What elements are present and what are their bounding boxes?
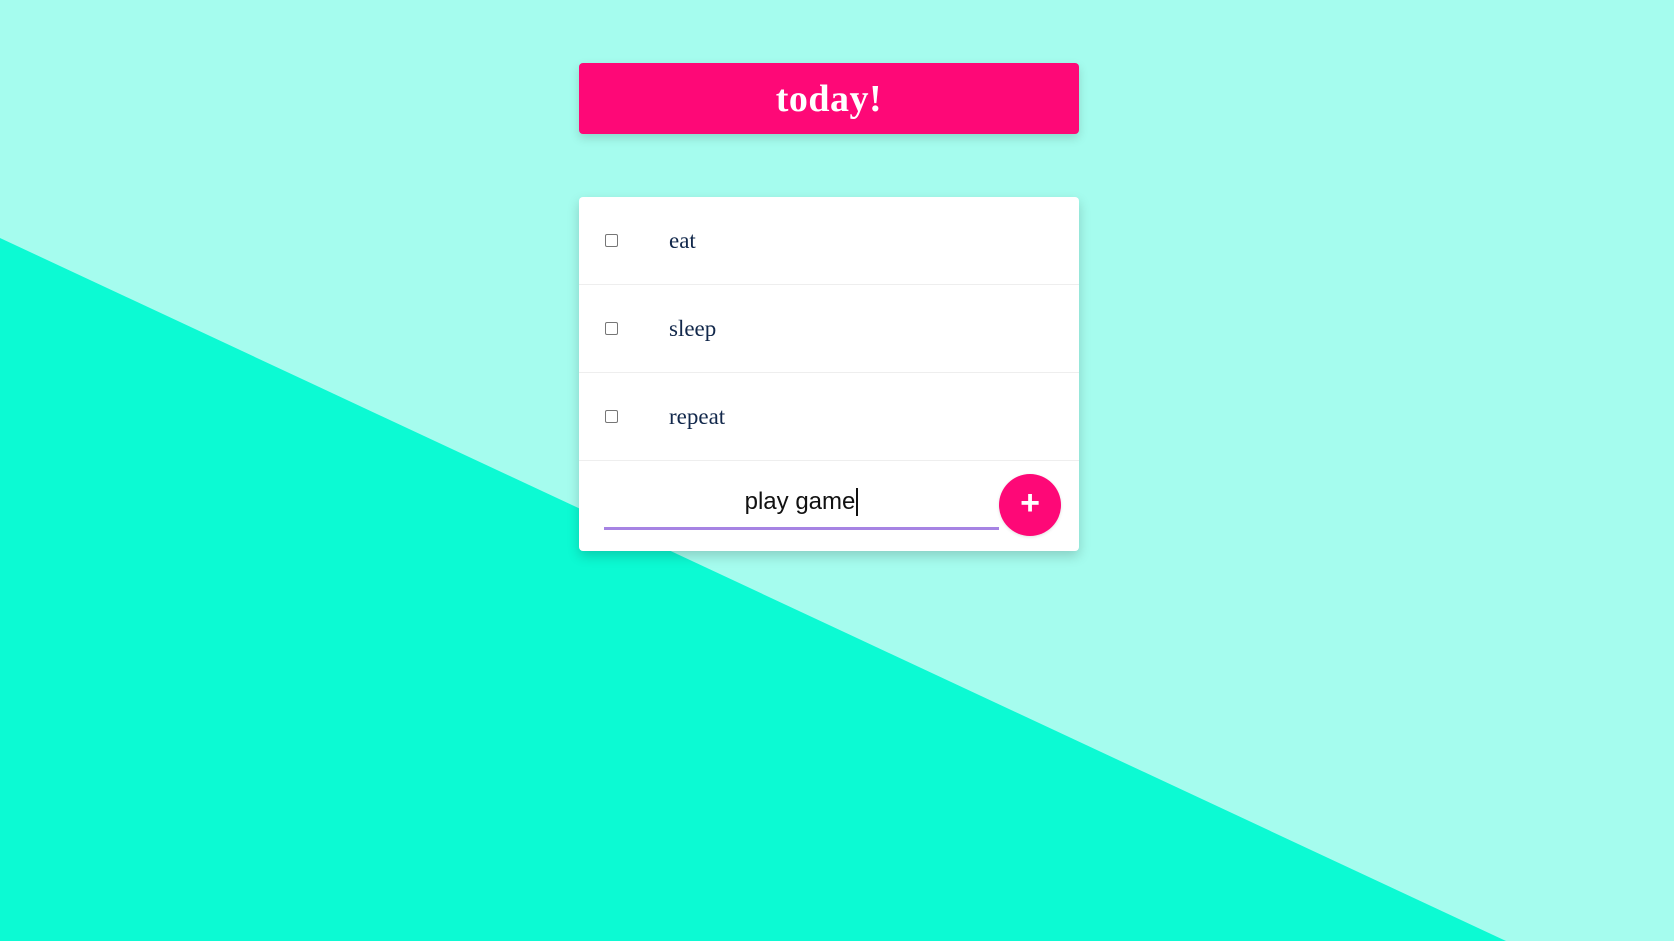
- todo-list-card: eat sleep repeat play game +: [579, 197, 1079, 551]
- todo-checkbox[interactable]: [605, 234, 618, 247]
- new-item-input[interactable]: play game: [604, 476, 999, 530]
- plus-icon: +: [1020, 484, 1040, 522]
- todo-item: eat: [579, 197, 1079, 285]
- add-item-button[interactable]: +: [999, 474, 1061, 536]
- todo-label: sleep: [669, 315, 717, 341]
- todo-item: sleep: [579, 285, 1079, 373]
- text-caret: [856, 487, 859, 516]
- new-item-input-value: play game: [744, 487, 856, 515]
- add-item-row: play game +: [579, 461, 1079, 551]
- todo-item: repeat: [579, 373, 1079, 461]
- todo-checkbox[interactable]: [605, 322, 618, 335]
- todo-label: repeat: [669, 403, 726, 429]
- todo-checkbox[interactable]: [605, 410, 618, 423]
- header-banner: today!: [579, 63, 1079, 134]
- todo-label: eat: [669, 227, 696, 253]
- page-title: today!: [775, 77, 883, 120]
